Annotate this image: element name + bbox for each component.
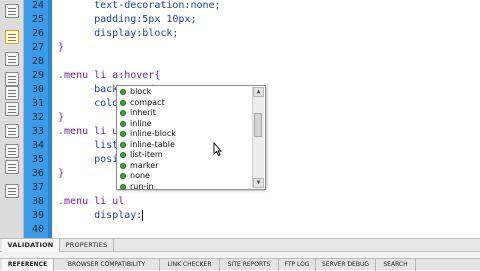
code-line[interactable]: padding:5px 10px; bbox=[58, 13, 196, 27]
css-declaration: display:block; bbox=[58, 28, 179, 39]
code-line[interactable]: .menu li ul bbox=[58, 195, 124, 209]
line-number: 35 bbox=[31, 154, 44, 165]
code-hint-label: run-in bbox=[130, 181, 154, 191]
expand-all-icon[interactable] bbox=[5, 72, 19, 86]
code-hint-label: compact bbox=[130, 97, 165, 107]
css-selector: .menu li ul bbox=[58, 196, 125, 207]
code-hint-label: block bbox=[130, 87, 152, 96]
scroll-down-arrow-icon[interactable]: ▼ bbox=[253, 178, 264, 188]
balance-braces-icon[interactable] bbox=[5, 102, 19, 116]
panel-tab-validation[interactable]: VALIDATION bbox=[2, 239, 60, 252]
open-documents-icon[interactable] bbox=[5, 4, 19, 18]
css-brace: } bbox=[58, 168, 65, 179]
collapse-selection-icon[interactable] bbox=[5, 52, 19, 66]
code-line[interactable]: .menu li a:hover{ bbox=[58, 69, 160, 83]
code-hint-item[interactable]: block bbox=[117, 87, 252, 98]
code-hint-popup[interactable]: block compact inherit inline inline-block inl… bbox=[116, 85, 266, 191]
code-hint-item[interactable]: none bbox=[117, 171, 252, 182]
select-parent-tag-icon[interactable] bbox=[5, 86, 19, 100]
code-hint-label: inline-block bbox=[130, 129, 176, 138]
code-hint-item[interactable]: inline bbox=[117, 119, 252, 130]
code-line[interactable]: } bbox=[58, 167, 64, 181]
code-hint-item[interactable]: inline-block bbox=[117, 129, 252, 140]
line-number-gutter: 24 25 26 27 28 29 30 31 32 33 34 35 36 37 38 39 40 bbox=[24, 0, 48, 238]
css-value-icon bbox=[120, 120, 126, 127]
panel-tab-properties[interactable]: PROPERTIES bbox=[60, 239, 114, 252]
code-line[interactable]: display: bbox=[58, 209, 144, 223]
results-tab-link-checker[interactable]: LINK CHECKER bbox=[160, 259, 220, 271]
collapse-tag-icon[interactable] bbox=[5, 30, 19, 44]
code-hint-label: list-item bbox=[130, 150, 163, 159]
line-number: 27 bbox=[31, 42, 44, 53]
css-value-icon bbox=[120, 99, 126, 106]
code-line[interactable]: display:block; bbox=[58, 27, 178, 41]
results-tab-browser-compatibility[interactable]: BROWSER COMPATIBILITY bbox=[54, 259, 160, 271]
code-hint-label: inline-table bbox=[130, 139, 175, 149]
line-number: 25 bbox=[31, 14, 44, 25]
css-declaration: padding:5px 10px; bbox=[58, 14, 197, 25]
results-tab-server-debug[interactable]: SERVER DEBUG bbox=[316, 259, 376, 271]
line-number: 36 bbox=[31, 168, 44, 179]
results-tab-reference[interactable]: REFERENCE bbox=[2, 259, 54, 271]
line-number: 39 bbox=[31, 210, 44, 221]
line-number: 33 bbox=[31, 126, 44, 137]
code-hint-scrollbar[interactable]: ▲ ▼ bbox=[252, 87, 264, 188]
code-hint-item[interactable]: list-item bbox=[117, 150, 252, 161]
apply-comment-icon[interactable] bbox=[5, 124, 19, 138]
line-number: 37 bbox=[31, 182, 44, 193]
code-hint-item[interactable]: marker bbox=[117, 161, 252, 172]
css-value-icon bbox=[120, 162, 126, 169]
text-caret bbox=[142, 209, 144, 221]
code-hint-list[interactable]: block compact inherit inline inline-block inl… bbox=[117, 87, 252, 191]
code-hint-label: marker bbox=[130, 160, 159, 170]
remove-comment-icon[interactable] bbox=[5, 144, 19, 158]
css-value-icon bbox=[120, 152, 126, 158]
code-hint-label: none bbox=[130, 171, 150, 180]
code-hint-item[interactable]: inline-table bbox=[117, 140, 252, 151]
results-tab-search[interactable]: SEARCH bbox=[376, 259, 416, 271]
line-number: 26 bbox=[31, 28, 44, 39]
css-brace: } bbox=[58, 112, 65, 123]
code-line[interactable]: } bbox=[58, 41, 64, 55]
panel-tab-bar: VALIDATION PROPERTIES bbox=[0, 238, 480, 252]
css-brace: } bbox=[58, 42, 65, 53]
code-hint-label: inherit bbox=[130, 108, 156, 117]
line-number: 24 bbox=[31, 0, 44, 11]
css-value-icon bbox=[120, 183, 126, 190]
code-hint-item[interactable]: compact bbox=[117, 98, 252, 109]
results-tab-ftp-log[interactable]: FTP LOG bbox=[279, 259, 316, 271]
css-value-icon bbox=[120, 131, 126, 137]
coding-toolbar bbox=[0, 0, 24, 238]
code-hint-item[interactable]: run-in bbox=[117, 182, 252, 193]
line-number: 28 bbox=[31, 56, 44, 67]
mouse-pointer-icon bbox=[213, 142, 222, 156]
line-number: 32 bbox=[31, 112, 44, 123]
css-declaration: display: bbox=[58, 210, 143, 221]
indent-code-icon[interactable] bbox=[5, 184, 19, 198]
code-line[interactable]: } bbox=[58, 111, 64, 125]
css-value-icon bbox=[120, 89, 126, 95]
results-tab-bar: REFERENCE BROWSER COMPATIBILITY LINK CHECK… bbox=[0, 258, 480, 271]
line-number: 34 bbox=[31, 140, 44, 151]
css-value-icon bbox=[120, 141, 126, 148]
line-number: 31 bbox=[31, 98, 44, 109]
code-line[interactable]: text-decoration:none; bbox=[58, 0, 221, 13]
css-value-icon bbox=[120, 173, 126, 179]
css-declaration: text-decoration:none; bbox=[58, 0, 221, 11]
results-tab-site-reports[interactable]: SITE REPORTS bbox=[220, 259, 279, 271]
line-number: 40 bbox=[31, 224, 44, 235]
scroll-thumb[interactable] bbox=[254, 113, 262, 137]
css-value-icon bbox=[120, 110, 126, 116]
css-selector: .menu li a:hover{ bbox=[58, 70, 161, 81]
line-number: 38 bbox=[31, 196, 44, 207]
code-view-marker-bar bbox=[48, 0, 52, 238]
wrap-tag-icon[interactable] bbox=[5, 160, 19, 174]
code-hint-label: inline bbox=[130, 118, 152, 128]
line-number: 29 bbox=[31, 70, 44, 81]
line-number: 30 bbox=[31, 84, 44, 95]
scroll-up-arrow-icon[interactable]: ▲ bbox=[253, 87, 264, 97]
code-hint-item[interactable]: inherit bbox=[117, 108, 252, 119]
